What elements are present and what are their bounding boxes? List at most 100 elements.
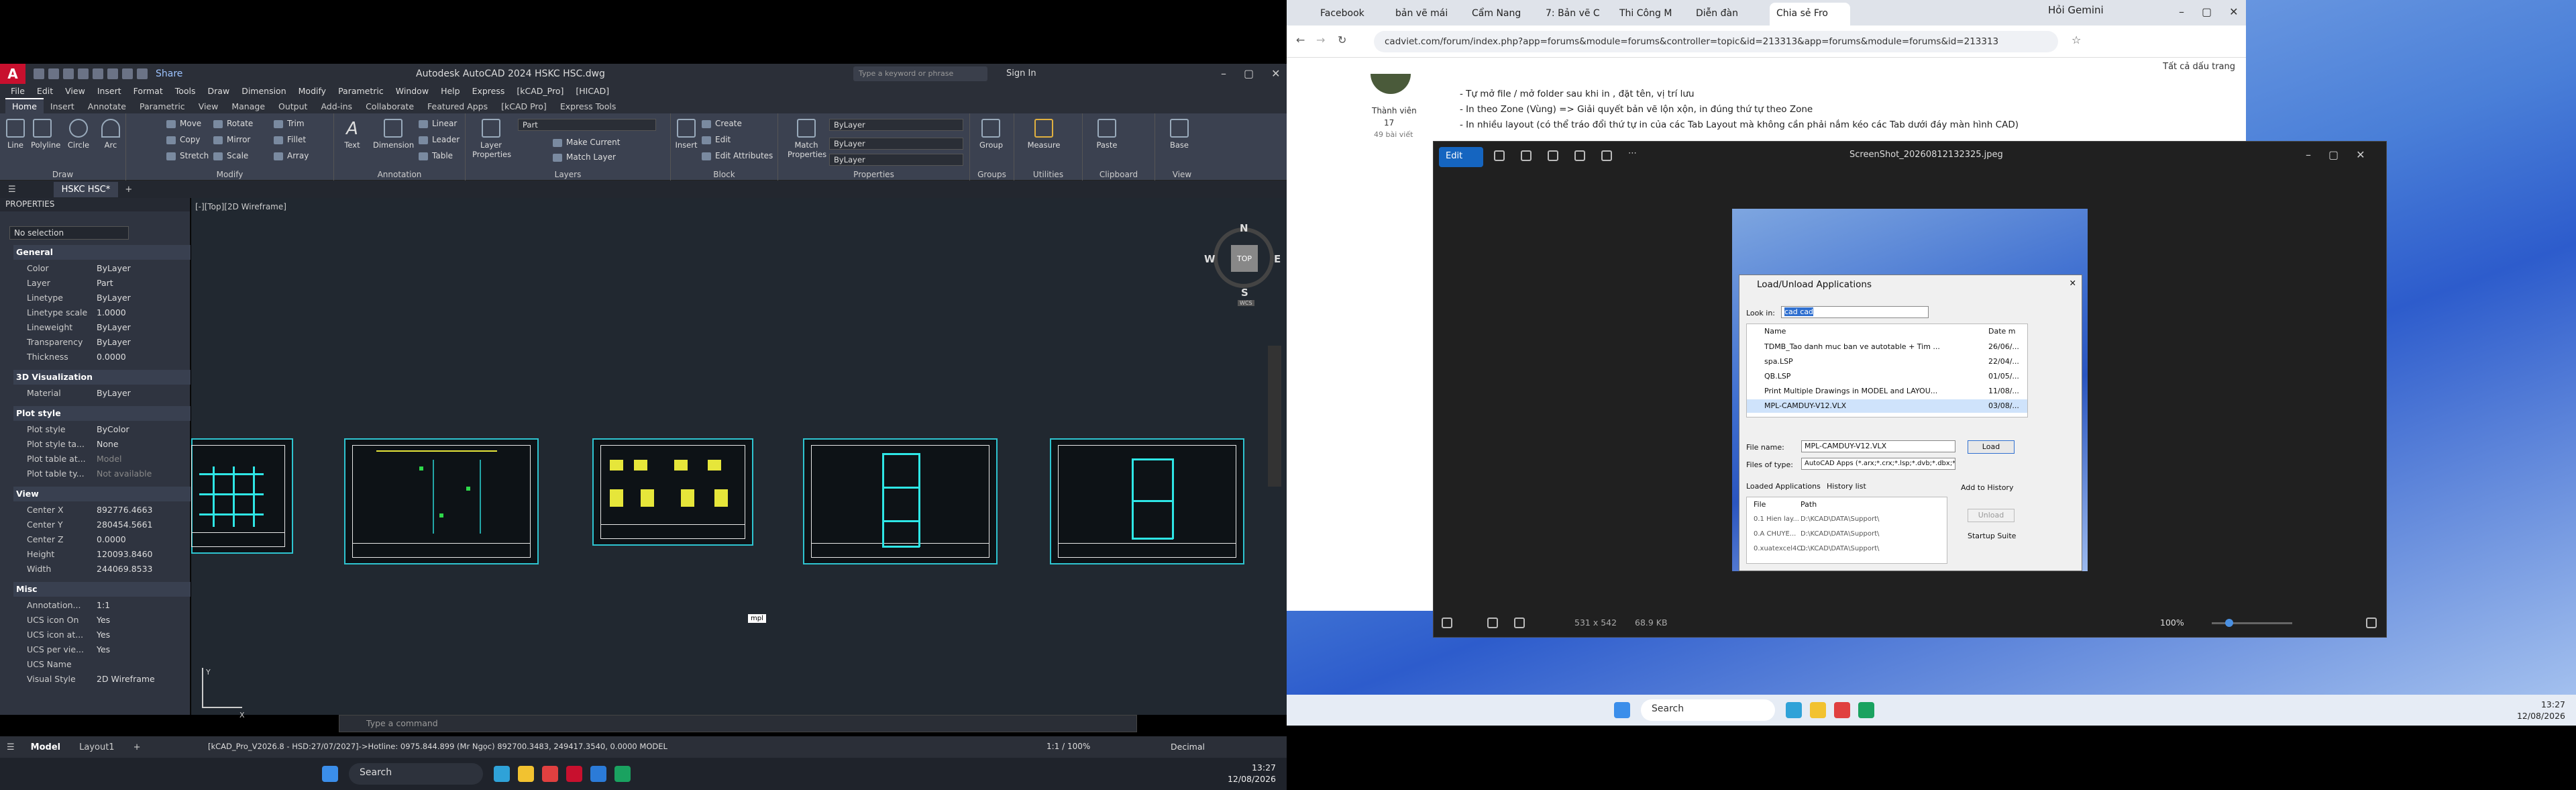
menu-item[interactable]: File xyxy=(11,86,25,96)
reload-icon[interactable]: ↻ xyxy=(1338,34,1346,46)
file-list-row[interactable]: Print Multiple Drawings in MODEL and LAY… xyxy=(1747,385,2027,398)
ribbon-tab[interactable]: Insert xyxy=(44,99,81,113)
back-arrow-icon[interactable]: ← xyxy=(1296,34,1305,46)
drawing-sheet[interactable] xyxy=(1050,438,1244,564)
property-row[interactable]: Plot style ByColor xyxy=(13,422,191,437)
property-row[interactable]: UCS per vie... Yes xyxy=(13,642,191,657)
fullscreen-icon[interactable] xyxy=(2366,618,2377,628)
scale-tool[interactable]: Scale xyxy=(213,151,248,160)
ribbon-tabs[interactable]: Home Insert Annotate Parametric View Manage Ou… xyxy=(0,97,1287,113)
create-block-button[interactable]: Create xyxy=(702,119,742,128)
property-row[interactable]: Lineweight ByLayer xyxy=(13,320,191,335)
windows-start-icon[interactable] xyxy=(1614,702,1630,718)
clipboard-panel-title[interactable]: Clipboard xyxy=(1083,170,1155,179)
bookmark-star-icon[interactable]: ☆ xyxy=(2072,34,2081,46)
command-input[interactable]: Type a command xyxy=(339,715,1137,732)
browser-tab[interactable]: Diễn đàn xyxy=(1689,3,1762,26)
property-value[interactable]: 280454.5661 xyxy=(97,520,153,530)
groups-panel-title[interactable]: Groups xyxy=(970,170,1014,179)
filmstrip-icon[interactable] xyxy=(1442,618,1452,628)
property-row[interactable]: UCS icon On Yes xyxy=(13,613,191,628)
look-in-dropdown[interactable]: cad cad xyxy=(1781,306,1929,318)
hamburger-icon[interactable]: ☰ xyxy=(8,185,16,195)
browser-tab[interactable]: Thi Công M xyxy=(1613,3,1685,26)
property-row[interactable]: Color ByLayer xyxy=(13,261,191,276)
property-value[interactable]: 892776.4663 xyxy=(97,505,153,515)
property-section-header[interactable]: 3D Visualization xyxy=(13,370,191,385)
browser-tab[interactable]: Cẩm Nang xyxy=(1465,3,1538,26)
sign-in-button[interactable]: Sign In xyxy=(1006,68,1036,79)
file-explorer-icon[interactable] xyxy=(1810,702,1826,718)
excel-icon[interactable] xyxy=(614,766,631,782)
word-icon[interactable] xyxy=(590,766,606,782)
compass-west[interactable]: W xyxy=(1204,253,1216,265)
window-controls[interactable]: – ▢ ✕ xyxy=(1221,67,1281,80)
file-tab-active[interactable]: HSKC HSC* xyxy=(53,181,119,197)
ribbon-tab[interactable]: Manage xyxy=(225,99,272,113)
property-value[interactable]: 244069.8533 xyxy=(97,564,153,574)
dialog-close-icon[interactable]: ✕ xyxy=(2070,278,2076,288)
delete-icon[interactable] xyxy=(1521,150,1532,161)
property-value[interactable]: 0.0000 xyxy=(97,534,126,544)
property-value[interactable]: ByLayer xyxy=(97,322,131,332)
drawing-area[interactable]: [-][Top][2D Wireframe] mpl TOP N S E W W… xyxy=(191,198,1287,720)
property-row[interactable]: Plot style ta... None xyxy=(13,437,191,452)
file-name-input[interactable]: MPL-CAMDUY-V12.VLX xyxy=(1801,440,1955,452)
line-tool[interactable]: Line xyxy=(4,119,27,150)
model-tab[interactable]: Model xyxy=(21,742,70,752)
displayed-image[interactable]: Load/Unload Applications ✕ Look in: cad … xyxy=(1732,209,2088,571)
property-value[interactable]: Yes xyxy=(97,630,110,640)
all-bookmarks[interactable]: Tất cả dấu trang xyxy=(2163,62,2235,72)
measure-button[interactable]: Measure xyxy=(1024,119,1064,150)
excel-icon[interactable] xyxy=(1858,702,1874,718)
file-list-row[interactable]: MPL-CAMDUY-V12.VLX 03/08/... xyxy=(1747,399,2027,413)
ribbon-tab[interactable]: Express Tools xyxy=(553,99,623,113)
property-section-header[interactable]: Misc xyxy=(13,582,191,597)
move-tool[interactable]: Move xyxy=(166,119,201,128)
chrome-icon[interactable] xyxy=(1834,702,1850,718)
browser-tab[interactable]: Facebook xyxy=(1313,3,1386,26)
property-value[interactable]: 1:1 xyxy=(97,600,110,610)
property-value[interactable]: Not available xyxy=(97,468,152,479)
drawing-sheet[interactable] xyxy=(191,438,293,554)
ribbon-tab[interactable]: Output xyxy=(272,99,314,113)
unload-button[interactable]: Unload xyxy=(1968,509,2015,522)
property-section-header[interactable]: General xyxy=(13,245,191,260)
modify-panel-title[interactable]: Modify xyxy=(126,170,333,179)
property-row[interactable]: Annotation... 1:1 xyxy=(13,598,191,613)
menu-item[interactable]: View xyxy=(65,86,85,96)
slideshow-icon[interactable] xyxy=(1601,150,1612,161)
user-avatar[interactable] xyxy=(1371,74,1411,94)
compass-south[interactable]: S xyxy=(1241,287,1248,299)
add-layout-icon[interactable]: + xyxy=(124,742,150,752)
load-button[interactable]: Load xyxy=(1968,440,2015,454)
compass-east[interactable]: E xyxy=(1274,253,1281,265)
property-value[interactable]: ByLayer xyxy=(97,388,131,398)
browser-window-controls[interactable]: – ▢ ✕ xyxy=(2179,5,2239,18)
ribbon-tab[interactable]: Featured Apps xyxy=(421,99,494,113)
utilities-panel-title[interactable]: Utilities xyxy=(1014,170,1082,179)
property-row[interactable]: Layer Part xyxy=(13,276,191,291)
units-dropdown[interactable]: Decimal xyxy=(1171,742,1205,752)
menu-item[interactable]: [kCAD_Pro] xyxy=(517,86,564,96)
taskbar-search[interactable]: Search xyxy=(1641,699,1775,721)
share-icon[interactable] xyxy=(1574,150,1585,161)
url-input[interactable]: cadviet.com/forum/index.php?app=forums&m… xyxy=(1374,31,2058,52)
col-date-header[interactable]: Date m xyxy=(1988,327,2016,336)
history-list-tab[interactable]: History list xyxy=(1827,482,1866,491)
viewcube-top-face[interactable]: TOP xyxy=(1231,245,1258,272)
loaded-app-row[interactable]: 0.xuatexcel4C... D:\KCAD\DATA\Support\ xyxy=(1747,543,1947,556)
startup-suite-label[interactable]: Startup Suite xyxy=(1968,532,2016,540)
autocad-logo[interactable]: A xyxy=(0,64,25,84)
circle-tool[interactable]: Circle xyxy=(67,119,90,150)
ribbon-tab[interactable]: Annotate xyxy=(81,99,133,113)
layer-properties-button[interactable]: Layer Properties xyxy=(472,119,511,159)
property-value[interactable]: ByLayer xyxy=(97,337,131,347)
zoom-slider[interactable] xyxy=(2212,619,2292,627)
rotate-icon[interactable] xyxy=(1494,150,1505,161)
share-button[interactable]: Share xyxy=(156,68,182,79)
chrome-icon[interactable] xyxy=(542,766,558,782)
drawing-sheet[interactable] xyxy=(344,438,539,564)
draw-panel-title[interactable]: Draw xyxy=(0,170,125,179)
property-value[interactable]: Model xyxy=(97,454,122,464)
